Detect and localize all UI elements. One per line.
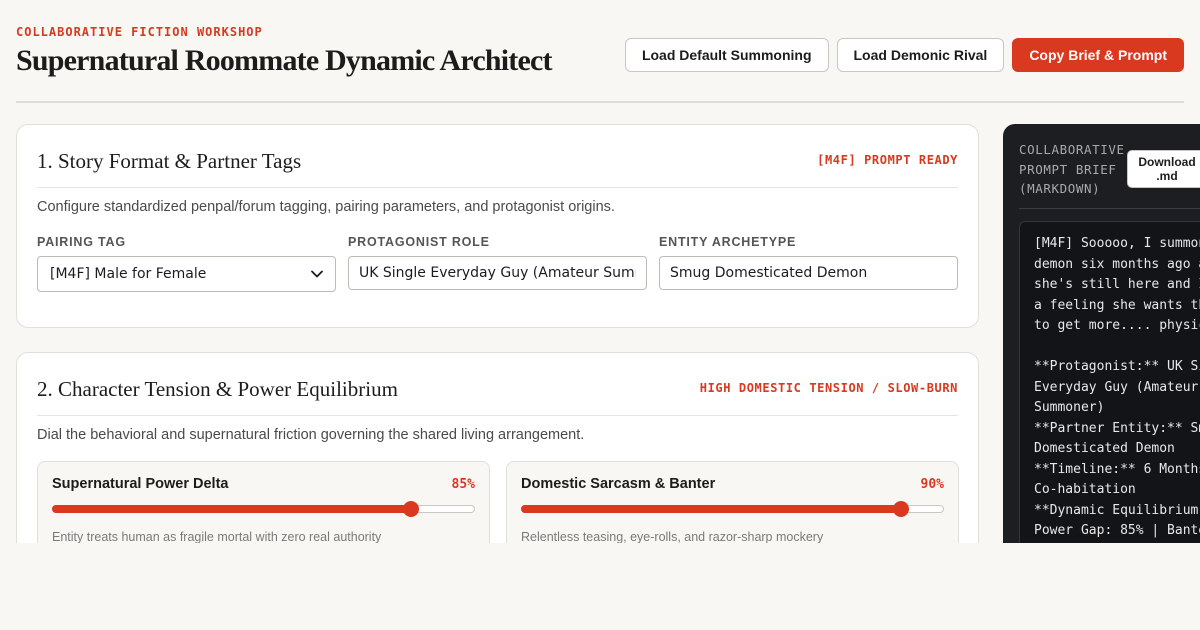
entity-archetype-input[interactable] <box>659 256 958 290</box>
section-title: 1. Story Format & Partner Tags <box>37 149 302 173</box>
status-badge: HIGH DOMESTIC TENSION / SLOW-BURN <box>699 381 958 395</box>
page-title: Supernatural Roommate Dynamic Architect <box>16 44 552 77</box>
divider <box>1019 208 1200 209</box>
chevron-down-icon <box>311 270 323 278</box>
section-description: Dial the behavioral and supernatural fri… <box>37 427 585 443</box>
select-value: [M4F] Male for Female <box>50 266 207 282</box>
slider-hint: Relentless teasing, eye-rolls, and razor… <box>521 530 824 543</box>
sarcasm-banter-slider[interactable] <box>521 501 944 517</box>
prompt-brief-panel: COLLABORATIVE PROMPT BRIEF (MARKDOWN) Do… <box>1003 124 1200 543</box>
story-format-card: 1. Story Format & Partner Tags [M4F] PRO… <box>16 124 979 328</box>
load-rival-button[interactable]: Load Demonic Rival <box>836 38 1005 72</box>
section-description: Configure standardized penpal/forum tagg… <box>37 199 615 215</box>
divider <box>37 187 958 188</box>
slider-fill <box>52 505 410 513</box>
slider-label: Supernatural Power Delta <box>52 476 229 492</box>
field-label: ENTITY ARCHETYPE <box>659 235 797 249</box>
slider-thumb[interactable] <box>892 501 909 517</box>
section-title: 2. Character Tension & Power Equilibrium <box>37 377 398 401</box>
protagonist-role-field: PROTAGONIST ROLE <box>348 235 647 290</box>
power-delta-slider-panel: Supernatural Power Delta 85% Entity trea… <box>37 461 490 543</box>
app-viewport: COLLABORATIVE FICTION WORKSHOP Supernatu… <box>0 0 1200 543</box>
field-label: PROTAGONIST ROLE <box>348 235 490 249</box>
slider-thumb[interactable] <box>402 501 419 517</box>
pairing-tag-field: PAIRING TAG [M4F] Male for Female <box>37 235 336 292</box>
character-tension-card: 2. Character Tension & Power Equilibrium… <box>16 352 979 543</box>
sarcasm-banter-slider-panel: Domestic Sarcasm & Banter 90% Relentless… <box>506 461 959 543</box>
status-badge: [M4F] PROMPT READY <box>817 153 958 167</box>
protagonist-role-input[interactable] <box>348 256 647 290</box>
header-actions: Load Default Summoning Load Demonic Riva… <box>624 38 1184 72</box>
download-md-button[interactable]: Download .md <box>1127 150 1200 188</box>
entity-archetype-field: ENTITY ARCHETYPE <box>659 235 958 290</box>
slider-fill <box>521 505 900 513</box>
power-delta-slider[interactable] <box>52 501 475 517</box>
copy-brief-button[interactable]: Copy Brief & Prompt <box>1012 38 1184 72</box>
page-header: COLLABORATIVE FICTION WORKSHOP Supernatu… <box>16 0 1184 103</box>
slider-label: Domestic Sarcasm & Banter <box>521 476 716 492</box>
slider-value: 85% <box>451 477 475 492</box>
slider-hint: Entity treats human as fragile mortal wi… <box>52 530 382 543</box>
brief-text: [M4F] Sooooo, I summoned a demon six mon… <box>1034 236 1200 538</box>
brief-title: COLLABORATIVE PROMPT BRIEF (MARKDOWN) <box>1019 142 1125 196</box>
load-default-button[interactable]: Load Default Summoning <box>624 38 829 72</box>
field-label: PAIRING TAG <box>37 235 126 249</box>
slider-value: 90% <box>920 477 944 492</box>
brief-output[interactable]: [M4F] Sooooo, I summoned a demon six mon… <box>1019 221 1200 543</box>
pairing-tag-select[interactable]: [M4F] Male for Female <box>37 256 336 292</box>
page-eyebrow: COLLABORATIVE FICTION WORKSHOP <box>16 25 263 39</box>
divider <box>37 415 958 416</box>
